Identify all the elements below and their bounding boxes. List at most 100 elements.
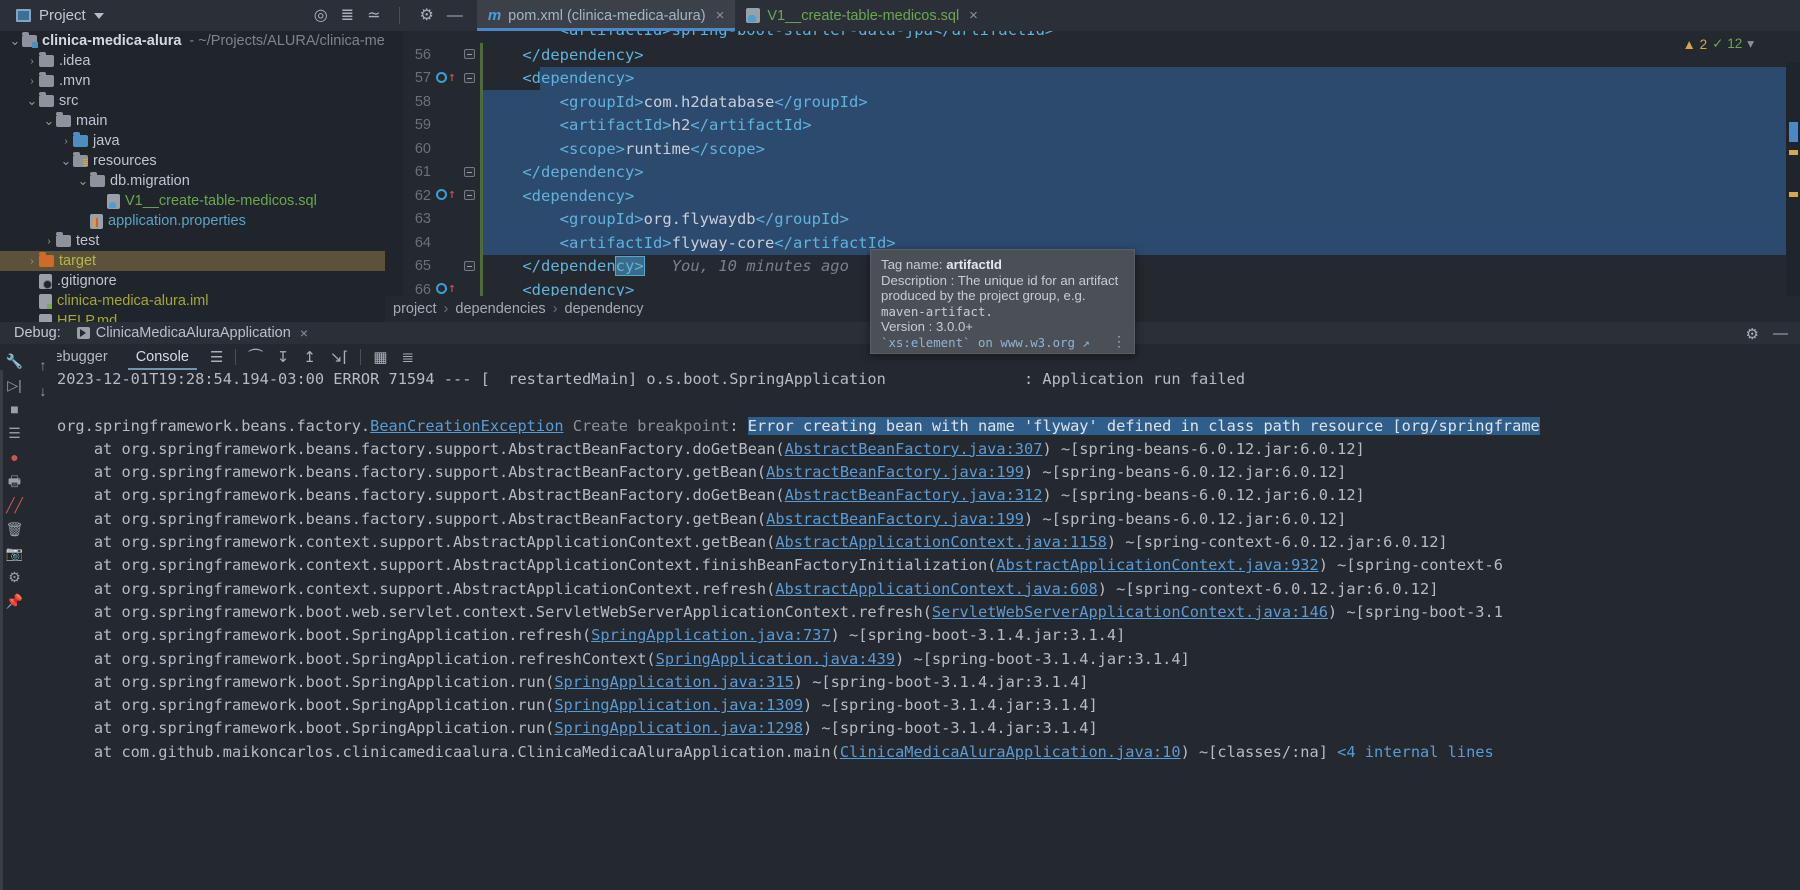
print-icon[interactable]: 🖶 <box>8 474 21 488</box>
chevron-right-icon[interactable]: › <box>25 256 39 267</box>
code-line-56[interactable]: 56 </dependency> <box>385 43 1800 67</box>
breadcrumb-item-dependencies[interactable]: dependencies <box>455 301 545 317</box>
locate-icon[interactable]: ◎ <box>314 7 328 24</box>
tree-item-resources[interactable]: ⌄ resources <box>0 151 385 171</box>
tree-item-test[interactable]: › test <box>0 231 385 251</box>
editor-minimap-scrollbar[interactable] <box>1786 62 1800 322</box>
chevron-down-icon[interactable] <box>93 12 104 19</box>
stacktrace-link[interactable]: ClinicaMedicaAluraApplication.java:10 <box>840 743 1181 761</box>
breadcrumb-item-dependency[interactable]: dependency <box>565 301 644 317</box>
arrow-up-icon[interactable]: ↑ <box>40 358 47 372</box>
stacktrace-link[interactable]: AbstractBeanFactory.java:307 <box>785 440 1043 458</box>
wrench-icon[interactable]: 🔧 <box>6 354 23 368</box>
close-icon[interactable]: × <box>716 7 725 24</box>
chevron-right-icon[interactable]: › <box>25 76 39 87</box>
arrow-down-icon[interactable]: ↓ <box>40 384 47 398</box>
stacktrace-link[interactable]: BeanCreationException <box>370 417 563 435</box>
view-breakpoints-icon[interactable]: ☰ <box>8 426 21 440</box>
minimize-icon[interactable]: — <box>447 7 463 24</box>
mute-breakpoints-icon[interactable]: ● <box>10 450 18 464</box>
tree-item-src[interactable]: ⌄ src <box>0 91 385 111</box>
code-fold-icon[interactable] <box>464 166 475 177</box>
tree-item-application-properties[interactable]: application.properties <box>0 211 385 231</box>
code-fold-icon[interactable] <box>464 260 475 271</box>
create-breakpoint-link[interactable]: Create breakpoint <box>564 417 730 435</box>
chevron-down-icon[interactable]: ⌄ <box>25 94 39 107</box>
tree-item-clinica-medica-alura-iml[interactable]: clinica-medica-alura.iml <box>0 291 385 311</box>
trash-icon[interactable]: 🗑 <box>6 522 24 536</box>
stop-icon[interactable]: ■ <box>10 402 18 416</box>
camera-icon[interactable]: 📷 <box>6 546 23 560</box>
project-tool-window-button[interactable]: Project <box>0 0 114 31</box>
stacktrace-link[interactable]: SpringApplication.java:1298 <box>554 719 803 737</box>
breakpoint-icon[interactable] <box>436 283 447 294</box>
editor-tab-sql[interactable]: V1__create-table-medicos.sql × <box>735 0 989 31</box>
code-fold-icon[interactable] <box>464 190 475 200</box>
console-text[interactable]: <4 internal lines <box>1337 743 1494 761</box>
breakpoint-icon[interactable] <box>436 189 447 200</box>
code-fold-icon[interactable] <box>464 49 475 59</box>
code-fold-icon[interactable] <box>464 72 475 83</box>
step-over-icon[interactable]: ⏜ <box>241 349 269 366</box>
close-icon[interactable]: × <box>300 325 308 341</box>
code-line-57[interactable]: 57 ↑ <dependency> <box>385 66 1800 90</box>
tree-item--idea[interactable]: › .idea <box>0 51 385 71</box>
inspections-chevron-icon[interactable]: ▾ <box>1747 36 1754 52</box>
stacktrace-link[interactable]: AbstractBeanFactory.java:199 <box>766 510 1024 528</box>
gear-icon[interactable]: ⚙ <box>1746 325 1759 343</box>
stacktrace-link[interactable]: SpringApplication.java:1309 <box>554 696 803 714</box>
debug-session-tab[interactable]: ClinicaMedicaAluraApplication × <box>76 325 308 341</box>
chevron-right-icon[interactable]: › <box>59 136 73 147</box>
table-icon[interactable]: ▦ <box>366 348 394 366</box>
close-icon[interactable]: × <box>969 7 978 24</box>
inspection-status[interactable]: ▲ 2 ✓ 12 ▾ <box>1682 36 1754 52</box>
chevron-right-icon[interactable]: › <box>42 236 56 247</box>
code-line-60[interactable]: 60 <scope>runtime</scope> <box>385 137 1800 161</box>
tree-item-help-md[interactable]: HELP.md <box>0 311 385 322</box>
resume-icon[interactable]: ▷| <box>7 378 21 392</box>
stacktrace-link[interactable]: AbstractBeanFactory.java:199 <box>766 463 1024 481</box>
stacktrace-link[interactable]: AbstractApplicationContext.java:608 <box>775 580 1097 598</box>
gear-icon[interactable]: ⚙ <box>419 7 433 24</box>
collapse-all-icon[interactable]: ≃ <box>367 7 380 24</box>
expand-all-icon[interactable]: ≣ <box>341 7 354 24</box>
settings-lines-icon[interactable]: ≣ <box>395 348 422 366</box>
stacktrace-link[interactable]: AbstractApplicationContext.java:932 <box>996 556 1318 574</box>
minimap-scroll-thumb[interactable] <box>1789 122 1798 142</box>
tree-item-clinica-medica-alura[interactable]: ⌄ clinica-medica-alura - ~/Projects/ALURA/… <box>0 31 385 51</box>
tree-item-java[interactable]: › java <box>0 131 385 151</box>
stacktrace-link[interactable]: SpringApplication.java:315 <box>554 673 793 691</box>
stacktrace-link[interactable]: SpringApplication.java:439 <box>656 650 895 668</box>
code-line-61[interactable]: 61 </dependency> <box>385 160 1800 184</box>
chevron-down-icon[interactable]: ⌄ <box>8 34 22 47</box>
tree-item-v1-create-table-medicos-sql[interactable]: V1__create-table-medicos.sql <box>0 191 385 211</box>
code-line-59[interactable]: 59 <artifactId>h2</artifactId> <box>385 113 1800 137</box>
code-line-63[interactable]: 63 <groupId>org.flywaydb</groupId> <box>385 207 1800 231</box>
chevron-right-icon[interactable]: › <box>25 56 39 67</box>
code-line-62[interactable]: 62 ↑ <dependency> <box>385 184 1800 208</box>
menu-icon[interactable]: ☰ <box>203 348 230 366</box>
breadcrumb-item-project[interactable]: project <box>393 301 437 317</box>
tooltip-more-icon[interactable]: ⋮ <box>1112 333 1126 350</box>
tree-item-target[interactable]: › target <box>0 251 385 271</box>
breakpoint-icon[interactable] <box>436 71 447 83</box>
tree-item--mvn[interactable]: › .mvn <box>0 71 385 91</box>
stacktrace-link[interactable]: SpringApplication.java:737 <box>591 626 830 644</box>
tab-console[interactable]: Console <box>122 344 203 370</box>
tooltip-source-link[interactable]: `xs:element` on www.w3.org ↗ <box>881 335 1124 351</box>
gear-icon[interactable]: ⚙ <box>8 570 21 584</box>
editor-tab-pom-xml[interactable]: m pom.xml (clinica-medica-alura) × <box>476 0 736 31</box>
chevron-down-icon[interactable]: ⌄ <box>42 114 56 127</box>
step-out-icon[interactable]: ↥ <box>296 348 323 366</box>
tree-item-main[interactable]: ⌄ main <box>0 111 385 131</box>
tree-item--gitignore[interactable]: .gitignore <box>0 271 385 291</box>
step-into-icon[interactable]: ↧ <box>270 348 297 366</box>
stacktrace-link[interactable]: AbstractApplicationContext.java:1158 <box>775 533 1107 551</box>
chevron-down-icon[interactable]: ⌄ <box>59 154 73 167</box>
stacktrace-link[interactable]: ServletWebServerApplicationContext.java:… <box>932 603 1328 621</box>
console-output[interactable]: 2023-12-01T19:28:54.194-03:00 ERROR 7159… <box>57 370 1800 890</box>
pin-icon[interactable]: 📌 <box>6 594 23 608</box>
run-to-cursor-icon[interactable]: ↘⌈ <box>323 348 355 366</box>
code-line-58[interactable]: 58 <groupId>com.h2database</groupId> <box>385 90 1800 114</box>
tree-item-db-migration[interactable]: ⌄ db.migration <box>0 171 385 191</box>
